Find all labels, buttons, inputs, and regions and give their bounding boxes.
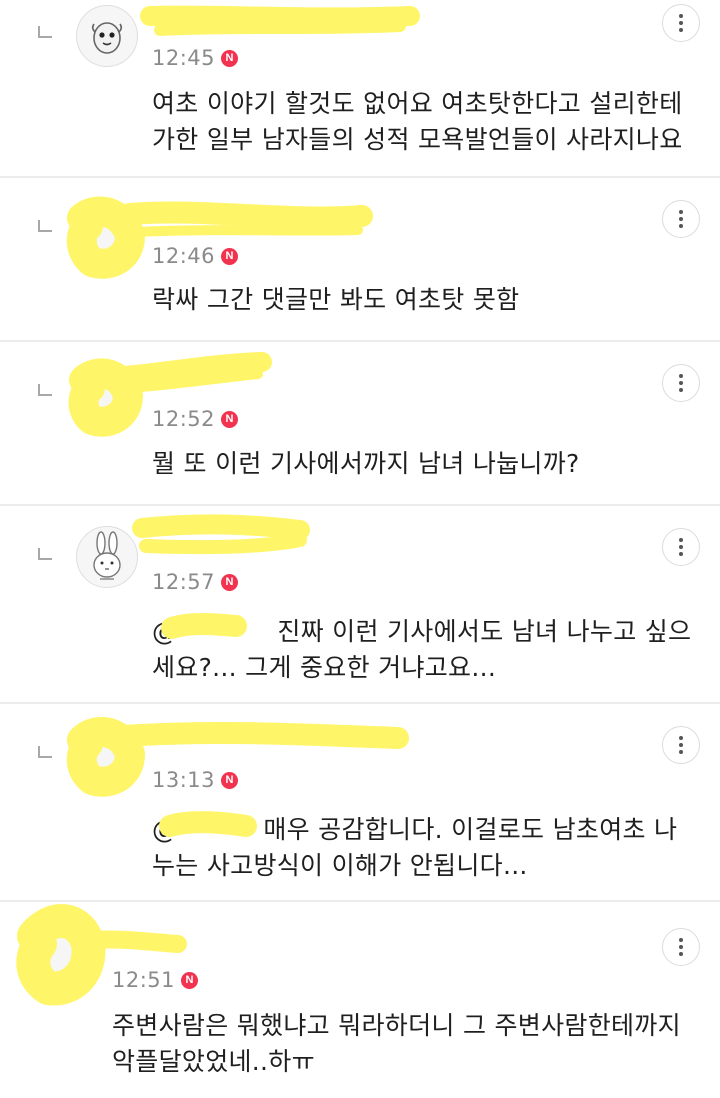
reply-arrow-icon [38,384,52,396]
reply-arrow-icon [38,220,52,232]
avatar[interactable] [76,728,138,790]
new-badge-icon: N [181,971,199,989]
comment-line: @ 진짜 이런 기사에서도 남녀 나누고 싶으 [152,614,691,650]
more-options-button[interactable] [662,928,700,966]
comment-item: 12:46 N 락싸 그간 댓글만 봐도 여초탓 못함 [0,178,720,342]
comment-line-text: 매우 공감합니다. 이걸로도 남초여초 나 [263,815,678,844]
mention[interactable]: @ [152,617,177,646]
comment-text: 주변사람은 뭐했냐고 뭐라하더니 그 주변사람한테까지 악플달았었네..하ㅠ [112,1008,681,1080]
timestamp: 12:45 [152,46,216,70]
comment-line: 누는 사고방식이 이해가 안됩니다... [152,851,528,880]
timestamp: 12:52 [152,407,216,431]
avatar[interactable] [76,526,138,588]
comment-text: @ 매우 공감합니다. 이걸로도 남초여초 나 누는 사고방식이 이해가 안됩니다… [152,812,677,884]
reply-arrow-icon [38,548,52,560]
character-avatar-icon [91,22,123,54]
comment-meta: 12:52 N [152,407,239,431]
comment-meta: 12:45 N [152,46,239,70]
comment-text: 뭘 또 이런 기사에서까지 남녀 나눕니까? [152,446,580,482]
comment-item: 12:57 N @ 진짜 이런 기사에서도 남녀 나누고 싶으 세요?... 그게… [0,506,720,704]
comment-line: 세요?... 그게 중요한 거냐고요... [152,653,497,682]
more-options-button[interactable] [662,528,700,566]
comment-line: 주변사람은 뭐했냐고 뭐라하더니 그 주변사람한테까지 [112,1011,681,1040]
comment-text: @ 진짜 이런 기사에서도 남녀 나누고 싶으 세요?... 그게 중요한 거냐고… [152,614,691,686]
avatar[interactable] [76,5,138,67]
mention[interactable]: @ [152,815,177,844]
comment-text: 여초 이야기 할것도 없어요 여초탓한다고 설리한테 가한 일부 남자들의 성적… [152,86,683,158]
more-options-button[interactable] [662,726,700,764]
comment-line: 가한 일부 남자들의 성적 모욕발언들이 사라지나요 [152,125,683,154]
comment-item: 13:13 N @ 매우 공감합니다. 이걸로도 남초여초 나 누는 사고방식이 … [0,704,720,902]
avatar[interactable] [76,368,138,430]
comment-line: 악플달았었네..하ㅠ [112,1047,315,1076]
timestamp: 12:46 [152,244,216,268]
new-badge-icon: N [221,771,239,789]
comment-meta: 12:51 N [112,968,199,992]
rabbit-avatar-icon [93,531,121,580]
comment-item: 12:51 N 주변사람은 뭐했냐고 뭐라하더니 그 주변사람한테까지 악플달았… [0,902,720,1098]
more-options-button[interactable] [662,4,700,42]
comment-item: 12:52 N 뭘 또 이런 기사에서까지 남녀 나눕니까? [0,342,720,506]
comment-meta: 12:46 N [152,244,239,268]
comment-meta: 13:13 N [152,768,239,792]
reply-arrow-icon [38,746,52,758]
comment-meta: 12:57 N [152,570,239,594]
comment-line: 여초 이야기 할것도 없어요 여초탓한다고 설리한테 [152,89,683,118]
timestamp: 12:51 [112,968,176,992]
comment-line: @ 매우 공감합니다. 이걸로도 남초여초 나 [152,812,677,848]
comment-line-text: 진짜 이런 기사에서도 남녀 나누고 싶으 [277,617,692,646]
new-badge-icon: N [221,247,239,265]
new-badge-icon: N [221,49,239,67]
timestamp: 13:13 [152,768,216,792]
more-options-button[interactable] [662,364,700,402]
comment-line: 뭘 또 이런 기사에서까지 남녀 나눕니까? [152,449,580,478]
comment-line: 락싸 그간 댓글만 봐도 여초탓 못함 [152,285,520,314]
more-options-button[interactable] [662,200,700,238]
avatar[interactable] [76,202,138,264]
new-badge-icon: N [221,573,239,591]
comment-item: 12:45 N 여초 이야기 할것도 없어요 여초탓한다고 설리한테 가한 일부… [0,0,720,178]
timestamp: 12:57 [152,570,216,594]
reply-arrow-icon [38,26,52,38]
new-badge-icon: N [221,410,239,428]
avatar[interactable] [36,926,98,988]
comment-text: 락싸 그간 댓글만 봐도 여초탓 못함 [152,282,519,318]
